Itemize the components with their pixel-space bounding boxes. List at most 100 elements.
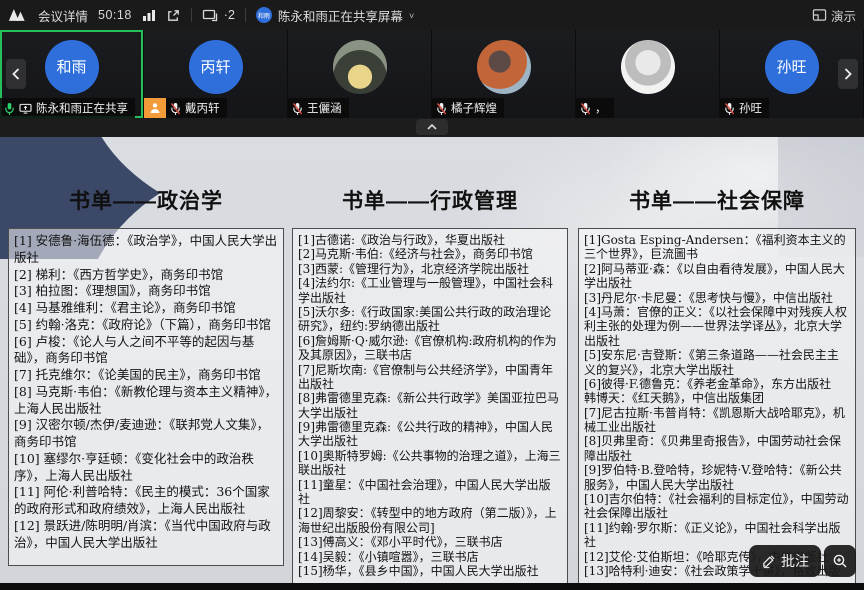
book-item: [6] 卢梭：《论人与人之间不平等的起因与基础》，商务印书馆	[14, 334, 278, 368]
book-item: [6]詹姆斯·Q·威尔逊:《官僚机构:政府机构的作为及其原因》，三联书店	[298, 334, 562, 363]
chevron-left-icon	[12, 68, 20, 80]
name-tag: 孙旺	[720, 98, 769, 118]
sharing-banner-text: 陈永和雨正在共享屏幕	[278, 6, 403, 25]
book-item: [3] 柏拉图：《理想国》，商务印书馆	[14, 283, 278, 300]
participant-name: 戴丙轩	[185, 100, 220, 116]
avatar	[333, 40, 387, 94]
avatar: 和雨	[45, 40, 99, 94]
book-item: [1]Gosta Esping-Andersen：《福利资本主义的三个世界》，巨…	[584, 233, 850, 262]
book-item: [1]古德诺:《政治与行政》，华夏出版社	[298, 233, 562, 247]
shared-screen-content: 书单——政治学 书单——行政管理 书单——社会保障 [1] 安德鲁·海伍德：《政…	[0, 137, 864, 590]
view-mode-switch[interactable]: 演示	[812, 6, 856, 25]
divider	[191, 8, 192, 22]
chevron-down-icon: ˅	[409, 11, 414, 21]
name-tag: 王儷涵	[288, 98, 349, 118]
book-item: [2]阿马蒂亚·森：《以自由看待发展》，中国人民大学出版社	[584, 262, 850, 291]
book-item: [3]西蒙:《管理行为》，北京经济学院出版社	[298, 262, 562, 276]
mic-muted-icon	[580, 102, 591, 115]
book-list-social-security: [1]Gosta Esping-Andersen：《福利资本主义的三个世界》，巨…	[578, 228, 856, 584]
participant-name: 陈永和雨正在共享	[36, 100, 128, 116]
participant-tile[interactable]: ，	[576, 30, 719, 118]
book-item: [2]马克斯·韦伯:《经济与社会》，商务印书馆	[298, 247, 562, 261]
screen-share-bottom-edge	[0, 583, 864, 590]
hand-raised-icon	[144, 98, 166, 118]
book-item: [10] 塞缪尔·亨廷顿：《变化社会中的政治秩序》，上海人民出版社	[14, 451, 278, 485]
avatar	[621, 40, 675, 94]
book-item: [4]马萧：官僚的正义：《以社会保障中对残疾人权利主张的处理为例——世界法学译丛…	[584, 305, 850, 348]
participant-tile[interactable]: 橘子辉煌	[432, 30, 575, 118]
mic-muted-icon	[170, 102, 181, 115]
scroll-left-button[interactable]	[6, 59, 26, 89]
book-item: [4] 马基雅维利：《君主论》，商务印书馆	[14, 300, 278, 317]
magnifier-zoom-button[interactable]	[824, 545, 856, 577]
book-item: 韩博天：《红天鹅》，中信出版集团	[584, 391, 850, 405]
participant-name: 橘子辉煌	[451, 100, 497, 116]
book-item: [1] 安德鲁·海伍德：《政治学》，中国人民大学出版社	[14, 233, 278, 267]
name-tag: 陈永和雨正在共享	[0, 98, 135, 118]
book-list-public-admin: [1]古德诺:《政治与行政》，华夏出版社[2]马克斯·韦伯:《经济与社会》，商务…	[292, 228, 568, 584]
filmstrip-collapse-bar	[0, 118, 864, 137]
book-item: [11]童星：《中国社会治理》，中国人民大学出版社	[298, 478, 562, 507]
meeting-details-link[interactable]: 会议详情	[38, 6, 88, 25]
annotate-button[interactable]: 批注	[749, 545, 821, 577]
book-item: [7]尼斯坎南:《官僚制与公共经济学》，中国青年出版社	[298, 363, 562, 392]
scroll-right-button[interactable]	[838, 59, 858, 89]
participant-name: 王儷涵	[307, 100, 342, 116]
pen-icon	[761, 554, 776, 569]
book-item: [7]尼古拉斯·韦普肖特：《凯恩斯大战哈耶克》，机械工业出版社	[584, 406, 850, 435]
book-item: [13]傅高义：《邓小平时代》，三联书店	[298, 535, 562, 549]
annotate-label: 批注	[781, 551, 809, 571]
participant-tile[interactable]: 丙轩 戴丙轩	[144, 30, 287, 118]
sharing-banner[interactable]: 和雨 陈永和雨正在共享屏幕 ˅	[256, 6, 414, 25]
meeting-window: 会议详情 50:18 ·2 和雨 陈永和雨正在共享屏幕 ˅	[0, 0, 864, 590]
network-signal-icon	[142, 9, 156, 21]
book-item: [10]吉尔伯特：《社会福利的目标定位》，中国劳动社会保障出版社	[584, 492, 850, 521]
book-item: [8]贝弗里奇：《贝弗里奇报告》，中国劳动社会保障出版社	[584, 434, 850, 463]
participant-name: ，	[595, 100, 607, 116]
book-item: [15]杨华，《县乡中国》，中国人民大学出版社	[298, 564, 562, 578]
name-tag: 橘子辉煌	[432, 98, 504, 118]
book-list-politics: [1] 安德鲁·海伍德：《政治学》，中国人民大学出版社[2] 梯利：《西方哲学史…	[8, 228, 284, 566]
book-item: [11] 阿伦·利普哈特：《民主的模式：36个国家的政府形式和政府绩效》，上海人…	[14, 484, 278, 518]
mic-muted-icon	[292, 102, 303, 115]
participant-filmstrip: 和雨 陈永和雨正在共享 丙轩	[0, 30, 864, 118]
name-tag: ，	[576, 98, 614, 118]
floating-controls: 批注	[749, 545, 856, 577]
top-bar: 会议详情 50:18 ·2 和雨 陈永和雨正在共享屏幕 ˅	[0, 0, 864, 30]
column-title-politics: 书单——政治学	[8, 185, 284, 215]
divider	[245, 8, 246, 22]
book-item: [7] 托克维尔：《论美国的民主》，商务印书馆	[14, 367, 278, 384]
participant-tile[interactable]: 王儷涵	[288, 30, 431, 118]
book-item: [10]奥斯特罗姆:《公共事物的治理之道》，上海三联出版社	[298, 449, 562, 478]
app-logo-icon	[8, 8, 28, 22]
book-item: [9] 汉密尔顿/杰伊/麦迪逊：《联邦党人文集》，商务印书馆	[14, 417, 278, 451]
book-item: [2] 梯利：《西方哲学史》，商务印书馆	[14, 267, 278, 284]
book-item: [14]吴毅：《小镇喧嚣》，三联书店	[298, 550, 562, 564]
meeting-timer: 50:18	[98, 8, 132, 22]
name-tag: 戴丙轩	[166, 98, 227, 118]
book-item: [5]沃尔多:《行政国家:美国公共行政的政治理论研究》，纽约:罗纳德出版社	[298, 305, 562, 334]
column-title-public-admin: 书单——行政管理	[292, 185, 568, 215]
mic-muted-icon	[724, 102, 735, 115]
chevron-right-icon	[844, 68, 852, 80]
pop-out-icon[interactable]	[166, 8, 181, 23]
avatar: 孙旺	[765, 40, 819, 94]
book-item: [12]周黎安：《转型中的地方政府（第二版）》，上海世纪出版股份有限公司]	[298, 506, 562, 535]
book-item: [12] 景跃进/陈明明/肖滨：《当代中国政府与政治》，中国人民大学出版社	[14, 518, 278, 552]
book-item: [6]彼得·F.德鲁克：《养老金革命》，东方出版社	[584, 377, 850, 391]
book-item: [5]安东尼·吉登斯：《第三条道路——社会民主主义的复兴》，北京大学出版社	[584, 348, 850, 377]
avatar	[477, 40, 531, 94]
book-item: [9]罗伯特·B.登哈特，珍妮特·V.登哈特：《新公共服务》，中国人民大学出版社	[584, 463, 850, 492]
view-mode-label: 演示	[831, 6, 856, 25]
book-item: [8]弗雷德里克森:《新公共行政学》美国亚拉巴马大学出版社	[298, 391, 562, 420]
avatar: 丙轩	[189, 40, 243, 94]
mic-muted-icon	[436, 102, 447, 115]
participant-name: 孙旺	[739, 100, 762, 116]
book-item: [5] 约翰·洛克：《政府论》（下篇），商务印书馆	[14, 317, 278, 334]
book-item: [8] 马克斯·韦伯：《新教伦理与资本主义精神》，上海人民出版社	[14, 384, 278, 418]
book-item: [9]弗雷德里克森:《公共行政的精神》，中国人民大学出版社	[298, 420, 562, 449]
mic-on-icon	[4, 102, 15, 115]
display-count[interactable]: ·2	[202, 8, 235, 22]
collapse-filmstrip-button[interactable]	[416, 119, 448, 135]
column-title-social-security: 书单——社会保障	[578, 185, 856, 215]
